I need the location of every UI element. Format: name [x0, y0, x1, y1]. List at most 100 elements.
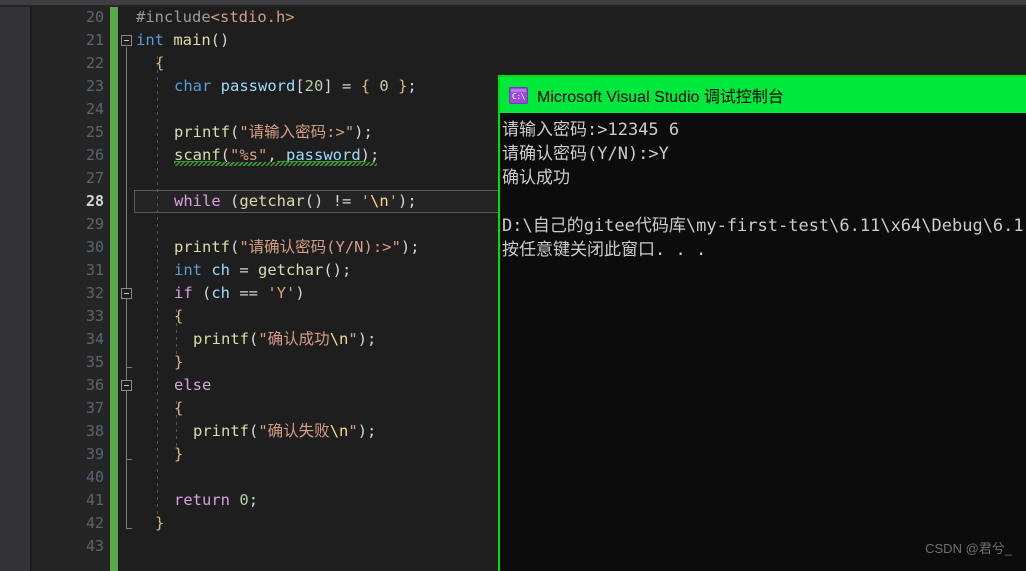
line-number: 26 — [85, 146, 104, 164]
code-token: ( — [230, 192, 240, 210]
line-number: 23 — [85, 77, 104, 95]
code-token: } — [155, 514, 165, 532]
code-token: ; — [407, 77, 417, 95]
code-token: = — [230, 261, 259, 279]
indent-guide — [157, 56, 158, 516]
line-number: 36 — [85, 376, 104, 394]
line-number: 40 — [85, 468, 104, 486]
code-token: ; — [248, 491, 259, 509]
code-token: printf — [174, 238, 230, 256]
code-line-text[interactable]: } — [174, 443, 183, 466]
warning-squiggle — [174, 162, 377, 166]
console-icon-glyph: C:\ — [512, 91, 525, 101]
code-token: else — [174, 376, 212, 394]
fold-range-end — [126, 459, 132, 460]
fold-toggle-icon[interactable] — [121, 35, 132, 46]
fold-range-end — [126, 367, 132, 368]
code-token: \n — [329, 330, 349, 348]
code-token: getchar — [258, 261, 324, 279]
code-line-text[interactable]: int ch = getchar(); — [174, 259, 351, 282]
fold-toggle-icon[interactable] — [121, 288, 132, 299]
code-token: = — [332, 77, 361, 95]
code-line-text[interactable]: #include<stdio.h> — [136, 6, 295, 29]
code-token: ) — [357, 422, 368, 440]
code-token: int — [136, 31, 164, 49]
code-token: ( — [230, 238, 240, 256]
code-token: ; — [410, 238, 420, 256]
code-token: \n — [329, 422, 349, 440]
code-token: ' — [360, 192, 371, 210]
code-token: () — [304, 192, 324, 210]
code-line-text[interactable]: { — [174, 305, 183, 328]
code-token: { — [155, 54, 165, 72]
console-line: 请确认密码(Y/N):>Y — [502, 144, 669, 164]
console-line: D:\自己的gitee代码库\my-first-test\6.11\x64\De… — [502, 216, 1024, 236]
line-number: 34 — [85, 330, 104, 348]
code-line-text[interactable]: printf("请输入密码:>"); — [174, 121, 373, 144]
code-token: char — [174, 77, 212, 95]
line-number: 42 — [85, 514, 104, 532]
code-line-text[interactable]: printf("请确认密码(Y/N):>"); — [174, 236, 420, 259]
screen: 20 #include<stdio.h> 21 int main() 22{23 char… — [0, 0, 1026, 571]
code-token: [ — [295, 77, 305, 95]
code-token: ; — [363, 123, 373, 141]
code-token: ch — [211, 284, 231, 302]
code-token: ( — [192, 284, 212, 302]
line-number: 27 — [85, 169, 104, 187]
code-token: printf — [174, 123, 230, 141]
code-line-text[interactable]: printf("确认失败\n"); — [193, 420, 376, 443]
line-number: 35 — [85, 353, 104, 371]
fold-range-line — [126, 300, 127, 367]
code-token: { — [174, 307, 184, 325]
code-token: "请输入密码:>" — [239, 123, 355, 141]
code-token: if — [174, 284, 193, 302]
change-indicator-bar — [110, 7, 118, 571]
code-token: ; — [407, 192, 417, 210]
code-line-text[interactable]: char password[20] = { 0 }; — [174, 75, 417, 98]
console-title-bar[interactable]: C:\ Microsoft Visual Studio 调试控制台 — [500, 77, 1026, 113]
code-token: 20 — [304, 77, 324, 95]
code-token: ) — [400, 238, 411, 256]
console-title-text: Microsoft Visual Studio 调试控制台 — [537, 89, 784, 106]
code-token: "确认成功 — [258, 330, 330, 348]
console-output[interactable]: 请输入密码:>12345 6 请确认密码(Y/N):>Y 确认成功 D:\自己的gi… — [500, 113, 1026, 571]
line-number: 29 — [85, 215, 104, 233]
fold-toggle-icon[interactable] — [121, 380, 132, 391]
code-token: != — [323, 192, 361, 210]
code-line-text[interactable]: if (ch == 'Y') — [174, 282, 305, 305]
code-token: ch — [211, 261, 231, 279]
code-token: " — [348, 422, 358, 440]
code-token: getchar — [239, 192, 305, 210]
code-line-text[interactable]: } — [174, 351, 183, 374]
code-token: ; — [367, 330, 377, 348]
code-token: 'Y' — [267, 284, 296, 302]
code-token: } — [398, 77, 408, 95]
code-token: } — [174, 445, 184, 463]
code-token: ) — [354, 123, 364, 141]
line-number: 32 — [85, 284, 104, 302]
csdn-watermark: CSDN @君兮_ — [925, 541, 1012, 556]
code-line-text[interactable]: while (getchar() != '\n'); — [174, 190, 417, 213]
code-token: ; — [342, 261, 352, 279]
console-line: 请输入密码:>12345 6 — [502, 120, 680, 140]
code-line-text[interactable]: int main() — [136, 29, 229, 52]
code-line-text[interactable]: printf("确认成功\n"); — [193, 328, 376, 351]
debug-console-window[interactable]: C:\ Microsoft Visual Studio 调试控制台 请输入密码:… — [498, 75, 1026, 571]
code-token: 0 — [239, 491, 249, 509]
code-token: printf — [193, 330, 249, 348]
line-number: 33 — [85, 307, 104, 325]
code-token: 0 — [379, 77, 389, 95]
code-line-text[interactable]: { — [155, 52, 164, 75]
editor-left-rail — [0, 7, 30, 571]
line-number: 38 — [85, 422, 104, 440]
code-line-text[interactable]: } — [155, 512, 164, 535]
code-line-text[interactable]: else — [174, 374, 211, 397]
code-line-text[interactable]: return 0; — [174, 489, 258, 512]
code-line-text[interactable]: { — [174, 397, 183, 420]
